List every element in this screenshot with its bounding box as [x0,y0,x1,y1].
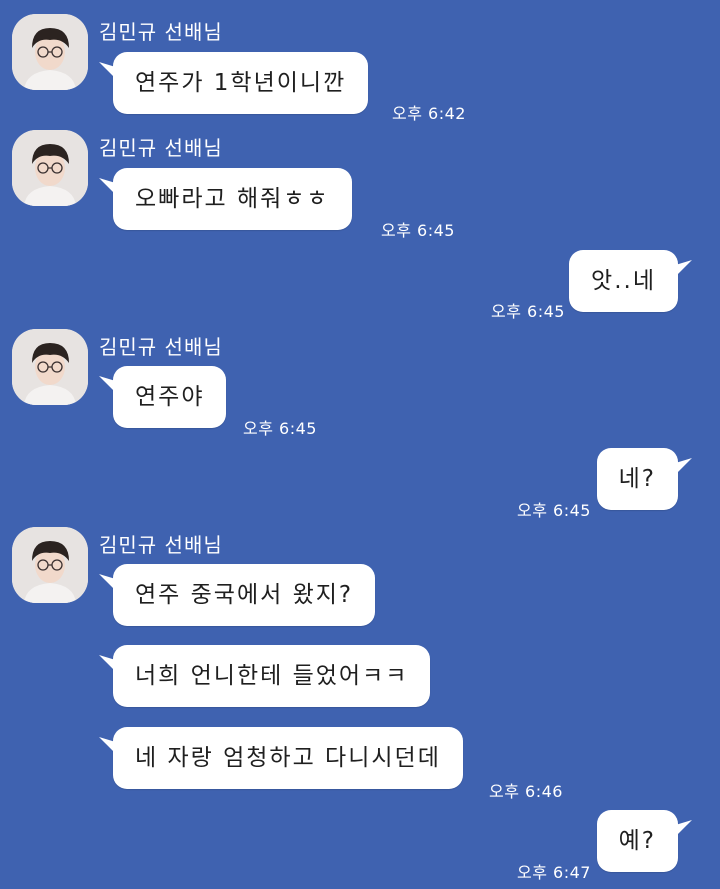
message-bubble[interactable]: 너희 언니한테 들었어ㅋㅋ [113,645,431,707]
sender-name: 김민규 선배님 [99,20,223,44]
message-time: 오후 6:45 [517,501,591,520]
message-bubble[interactable]: 네 자랑 엄청하고 다니시던데 [113,727,463,789]
message-time: 오후 6:45 [243,419,317,438]
my-message-bubble[interactable]: 예? [596,810,678,872]
message-time: 오후 6:46 [489,782,563,801]
message-time: 오후 6:42 [392,104,466,123]
sender-name: 김민규 선배님 [99,136,223,160]
avatar[interactable] [12,130,88,206]
chat-room: 김민규 선배님 연주가 1학년이니깐 오후 6:42 김민규 선배님 오빠라고 … [0,0,720,889]
my-message-bubble[interactable]: 네? [596,448,678,510]
avatar[interactable] [12,329,88,405]
sender-name: 김민규 선배님 [99,335,223,359]
message-bubble[interactable]: 연주가 1학년이니깐 [113,52,369,114]
message-time: 오후 6:47 [517,863,591,882]
message-bubble[interactable]: 연주야 [113,366,227,428]
message-bubble[interactable]: 오빠라고 해줘ㅎㅎ [113,168,352,230]
avatar[interactable] [12,527,88,603]
sender-name: 김민규 선배님 [99,533,223,557]
my-message-bubble[interactable]: 앗..네 [569,250,678,312]
message-time: 오후 6:45 [491,302,565,321]
message-time: 오후 6:45 [381,221,455,240]
message-bubble[interactable]: 연주 중국에서 왔지? [113,564,376,626]
avatar[interactable] [12,14,88,90]
